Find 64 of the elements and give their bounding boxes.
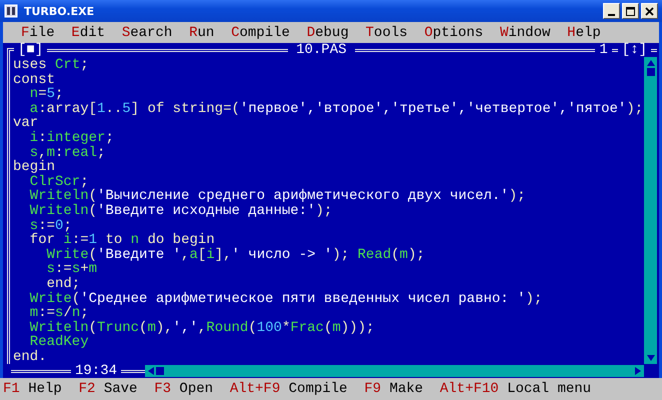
code-line: Write('Среднее арифметическое пяти введенных чисел равно: '); [28, 292, 544, 306]
app-icon [4, 4, 18, 18]
shortcut-key[interactable]: Alt+F9 [230, 381, 280, 398]
close-icon [645, 6, 654, 16]
scroll-down-icon[interactable] [646, 355, 654, 362]
code-line: begin [13, 160, 56, 175]
menu-item[interactable]: Options [424, 24, 484, 40]
shortcut-label[interactable]: Help [28, 381, 62, 398]
menu-item[interactable]: File [21, 24, 55, 40]
shortcut-label[interactable]: Compile [288, 381, 348, 398]
code-line: uses Crt; [13, 58, 90, 73]
menu-item[interactable]: Search [122, 24, 172, 40]
code-line: Writeln(Trunc(m),',',Round(100*Frac(m))); [28, 320, 376, 336]
cursor-position: 19:34 [74, 364, 118, 378]
code-line: Write('Введите ',a[i],' число -> '); Read(m); [46, 248, 426, 262]
menu-item[interactable]: Compile [231, 24, 290, 40]
minimize-button[interactable] [603, 3, 620, 19]
code-line: s:=0; [28, 218, 73, 234]
code-line: end. [13, 350, 48, 364]
maximize-button[interactable] [622, 3, 639, 19]
menu-item[interactable]: Window [500, 24, 550, 40]
code-line: m:=s/n; [28, 306, 90, 321]
window-number: 1 [598, 43, 609, 57]
code-line: for i:=1 to n do begin [28, 233, 216, 248]
shortcut-key[interactable]: Alt+F10 [440, 381, 499, 398]
code-line: const [13, 72, 56, 88]
scroll-left-icon[interactable] [148, 367, 154, 376]
scroll-right-icon[interactable] [635, 367, 641, 376]
scroll-up-icon[interactable] [646, 60, 654, 66]
maximize-icon [626, 6, 635, 16]
code-line: i:integer; [28, 130, 115, 146]
code-line: ReadKey [30, 335, 90, 350]
shortcut-label[interactable]: Save [104, 381, 138, 398]
code-line: Writeln('Введите исходные данные:'); [28, 204, 334, 219]
code-line: Writeln('Вычисление среднего арифметического двух чисел.'); [28, 189, 527, 204]
shortcut-key[interactable]: F3 [154, 381, 172, 398]
shortcut-key[interactable]: F1 [3, 381, 20, 398]
close-box[interactable]: [■] [14, 43, 48, 57]
code-line: s,m:real; [30, 146, 106, 160]
vertical-scrollbar[interactable] [644, 57, 657, 364]
shortcut-key[interactable]: F9 [364, 381, 382, 398]
code-line: end; [46, 276, 82, 292]
code-line: s:=s+m [46, 262, 98, 277]
code-line: n=5; [28, 87, 64, 102]
minimize-icon [608, 14, 615, 16]
menu-item[interactable]: Tools [366, 24, 408, 40]
shortcut-key[interactable]: F2 [78, 381, 96, 398]
menu-item[interactable]: Help [567, 24, 601, 40]
horizontal-scrollbar[interactable] [145, 365, 644, 378]
code-line: a:array[1..5] of string=('первое','второе','третье','четвертое','пятое'); [28, 102, 644, 116]
code-line: var [13, 116, 40, 131]
file-title: 10.PAS [295, 43, 348, 57]
close-button[interactable] [641, 3, 658, 19]
menu-item[interactable]: Edit [71, 24, 106, 40]
scroll-thumb[interactable] [156, 367, 164, 376]
scroll-thumb[interactable] [646, 68, 654, 76]
window-title: TURBO.EXE [24, 4, 94, 18]
menu-item[interactable]: Debug [306, 24, 349, 40]
shortcut-label[interactable]: Make [389, 381, 424, 398]
code-line: ClrScr; [28, 174, 90, 190]
shortcut-label[interactable]: Local menu [507, 381, 592, 398]
menu-item[interactable]: Run [189, 24, 214, 40]
shortcut-label[interactable]: Open [179, 381, 214, 398]
zoom-box[interactable]: [↕] [618, 43, 652, 57]
